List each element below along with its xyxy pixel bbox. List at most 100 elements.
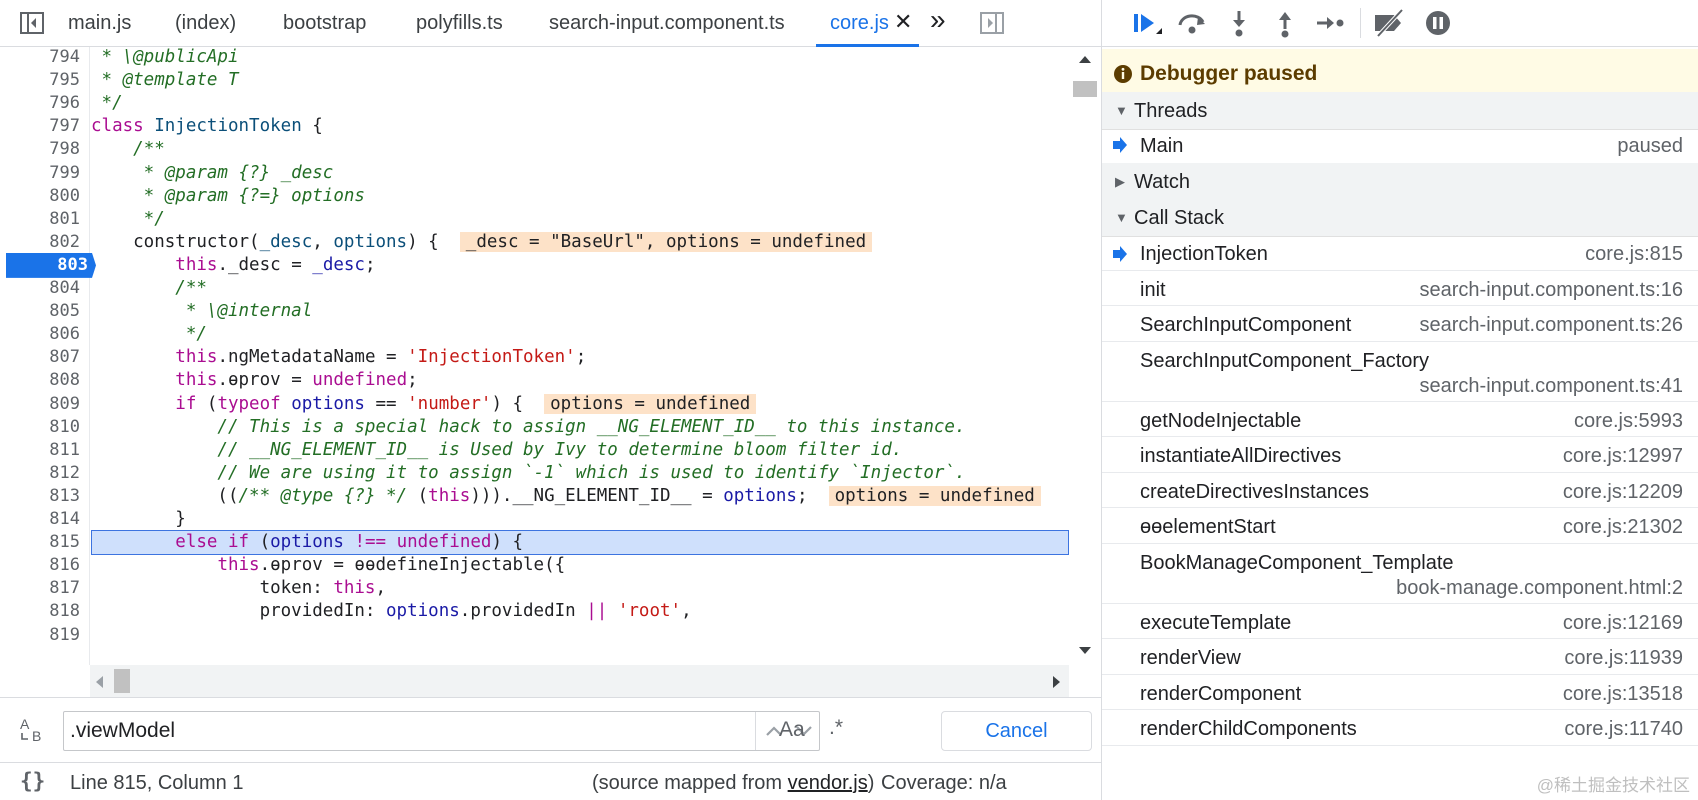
call-frame-location[interactable]: search-input.component.ts:26 [1420, 306, 1684, 344]
call-frame-location[interactable]: core.js:11740 [1564, 710, 1683, 748]
call-frame-location[interactable]: book-manage.component.html:2 [1396, 569, 1683, 607]
line-number[interactable]: 802 [6, 230, 88, 255]
line-number[interactable]: 797 [6, 114, 88, 139]
resume-icon[interactable] [1130, 8, 1164, 38]
tab-index[interactable]: (index) [175, 0, 236, 47]
regex-button[interactable]: .* [829, 716, 843, 740]
call-frame[interactable]: renderView core.js:11939 [1102, 639, 1698, 675]
scroll-down-icon[interactable] [1077, 645, 1093, 657]
code-line: providedIn: options.providedIn || 'root'… [91, 601, 692, 622]
call-stack-section-header[interactable]: ▼ Call Stack [1102, 199, 1698, 237]
call-frame[interactable]: getNodeInjectable core.js:5993 [1102, 402, 1698, 440]
call-frame-location[interactable]: core.js:12169 [1563, 604, 1683, 642]
code-line: this.ɵprov = undefined; [175, 370, 418, 391]
line-number[interactable]: 798 [6, 137, 88, 162]
line-number[interactable]: 819 [6, 623, 88, 648]
line-number[interactable]: 815 [6, 530, 88, 555]
threads-section-header[interactable]: ▼ Threads [1102, 92, 1698, 130]
scroll-left-icon[interactable] [93, 674, 105, 690]
call-frame[interactable]: renderComponent core.js:13518 [1102, 675, 1698, 713]
svg-text:B: B [32, 728, 41, 744]
call-frame-location[interactable]: core.js:21302 [1563, 508, 1683, 546]
tab-bootstrap[interactable]: bootstrap [283, 0, 366, 47]
tab-main-js[interactable]: main.js [68, 0, 131, 47]
call-frame-function: executeTemplate [1140, 611, 1292, 634]
line-number[interactable]: 818 [6, 599, 88, 624]
call-frame-function: getNodeInjectable [1140, 409, 1302, 432]
line-number[interactable]: 806 [6, 322, 88, 347]
vertical-scrollbar[interactable] [1069, 47, 1101, 665]
source-map-suffix: ) [867, 772, 875, 794]
line-number[interactable]: 807 [6, 345, 88, 370]
line-number[interactable]: 813 [6, 484, 88, 509]
watch-section-header[interactable]: ▶ Watch [1102, 163, 1698, 201]
pretty-print-icon[interactable]: {} [20, 769, 45, 793]
vertical-scroll-thumb[interactable] [1073, 81, 1097, 97]
match-case-button[interactable]: Aa [779, 718, 805, 742]
code-lines[interactable]: * \@publicApi * @template T */class Inje… [91, 47, 1069, 665]
line-number[interactable]: 812 [6, 461, 88, 486]
line-number[interactable]: 808 [6, 368, 88, 393]
call-frame[interactable]: BookManageComponent_Template book-manage.… [1102, 544, 1698, 604]
line-number[interactable]: 795 [6, 68, 88, 93]
horizontal-scroll-thumb[interactable] [114, 669, 130, 693]
call-frame[interactable]: SearchInputComponent_Factory search-input… [1102, 342, 1698, 402]
code-editor[interactable]: 794 795 796 797 798 799 800 801 802 803 804 805 806 8… [6, 47, 1069, 665]
call-frame[interactable]: executeTemplate core.js:12169 [1102, 604, 1698, 642]
step-icon[interactable] [1313, 8, 1347, 38]
line-number[interactable]: 809 [6, 392, 88, 417]
line-number[interactable]: 810 [6, 415, 88, 440]
cancel-button[interactable]: Cancel [941, 711, 1092, 751]
line-number-gutter[interactable]: 794 795 796 797 798 799 800 801 802 803 804 805 806 8… [6, 47, 96, 665]
call-frame-location[interactable]: core.js:11939 [1564, 639, 1683, 677]
call-frame-location[interactable]: core.js:12209 [1563, 473, 1683, 511]
code-line: } [91, 509, 186, 529]
call-frame[interactable]: instantiateAllDirectives core.js:12997 [1102, 437, 1698, 473]
tab-polyfills-ts[interactable]: polyfills.ts [416, 0, 503, 47]
toggle-navigator-icon[interactable] [19, 10, 45, 36]
line-number[interactable]: 805 [6, 299, 88, 324]
call-frame[interactable]: init search-input.component.ts:16 [1102, 271, 1698, 309]
step-into-icon[interactable] [1222, 8, 1256, 38]
breakpoint-line-number[interactable]: 803 [6, 252, 96, 278]
scroll-right-icon[interactable] [1051, 674, 1063, 690]
line-number[interactable]: 794 [6, 47, 88, 70]
call-frame-location[interactable]: core.js:815 [1585, 235, 1683, 273]
call-frame-location[interactable]: core.js:13518 [1563, 675, 1683, 713]
call-frame[interactable]: ɵɵelementStart core.js:21302 [1102, 508, 1698, 544]
pause-on-exceptions-icon[interactable] [1421, 8, 1455, 38]
line-number[interactable]: 801 [6, 207, 88, 232]
line-number[interactable]: 811 [6, 438, 88, 463]
line-number[interactable]: 814 [6, 507, 88, 532]
line-number[interactable]: 816 [6, 553, 88, 578]
horizontal-scrollbar[interactable] [90, 665, 1069, 697]
line-number[interactable]: 800 [6, 184, 88, 209]
tab-search-input-component-ts[interactable]: search-input.component.ts [549, 0, 785, 47]
thread-row-main[interactable]: Main paused [1102, 128, 1698, 164]
line-number[interactable]: 796 [6, 91, 88, 116]
search-field-divider [755, 712, 756, 750]
step-out-icon[interactable] [1268, 8, 1302, 38]
call-frame[interactable]: SearchInputComponent search-input.compone… [1102, 306, 1698, 342]
more-tabs-icon[interactable]: » [930, 0, 946, 47]
call-frame-location[interactable]: search-input.component.ts:41 [1420, 367, 1684, 405]
replace-toggle-icon[interactable]: A B [18, 716, 48, 744]
line-number[interactable]: 799 [6, 161, 88, 186]
scroll-up-icon[interactable] [1077, 53, 1093, 65]
call-frame[interactable]: createDirectivesInstances core.js:12209 [1102, 473, 1698, 511]
line-number[interactable]: 817 [6, 576, 88, 601]
call-frame[interactable]: renderChildComponents core.js:11740 [1102, 710, 1698, 746]
close-tab-icon[interactable]: ✕ [894, 0, 912, 47]
line-number[interactable]: 804 [6, 276, 88, 301]
call-frame-location[interactable]: core.js:5993 [1574, 402, 1683, 440]
code-line: if (typeof options == 'number') { option… [91, 392, 757, 417]
toggle-debugger-sidebar-icon[interactable] [979, 10, 1005, 36]
call-frame-location[interactable]: core.js:12997 [1563, 437, 1683, 475]
deactivate-breakpoints-icon[interactable] [1372, 8, 1406, 38]
call-frame-function: renderChildComponents [1140, 718, 1357, 740]
call-frame[interactable]: InjectionToken core.js:815 [1102, 235, 1698, 271]
call-frame-location[interactable]: search-input.component.ts:16 [1420, 271, 1684, 309]
source-map-link[interactable]: vendor.js [788, 772, 868, 794]
step-over-icon[interactable] [1175, 8, 1209, 38]
search-input[interactable] [70, 712, 750, 750]
